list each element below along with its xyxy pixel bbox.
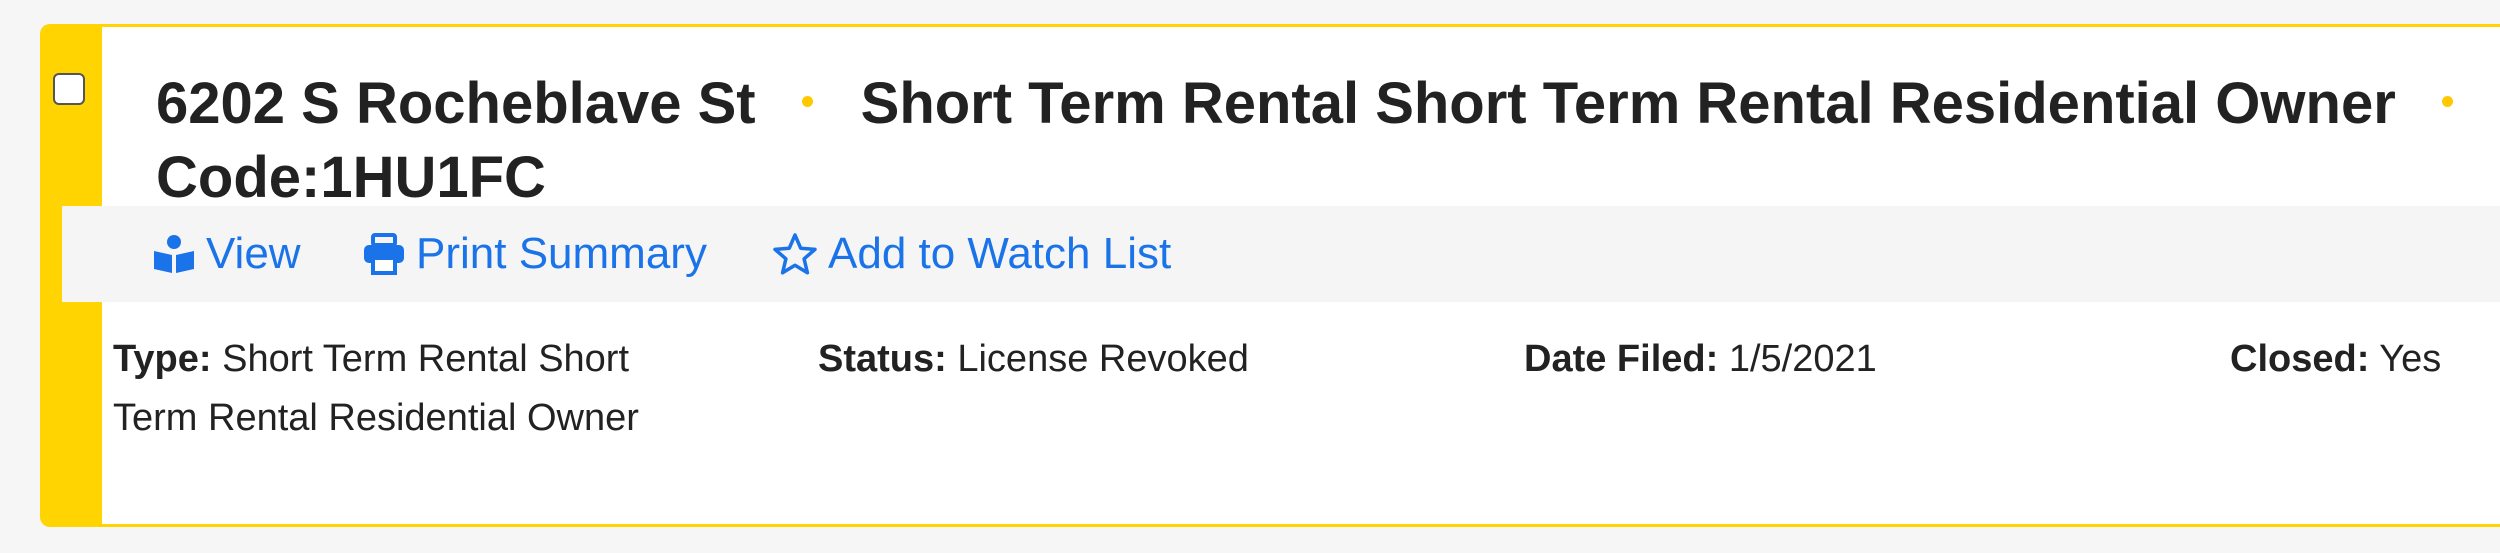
closed-field: Closed: Yes: [2230, 330, 2441, 389]
print-summary-link[interactable]: Print Summary: [362, 206, 707, 302]
select-checkbox[interactable]: [53, 73, 85, 105]
type-field: Type: Short Term Rental Short Term Renta…: [113, 330, 713, 448]
book-reader-icon: [154, 235, 194, 273]
type-label: Type:: [113, 338, 212, 380]
status-field: Status: License Revoked: [818, 330, 1249, 389]
star-outline-icon: [773, 233, 817, 275]
separator-dot: [2441, 96, 2453, 108]
record-code: Code:1HU1FC: [156, 145, 546, 210]
status-value: License Revoked: [957, 338, 1249, 380]
date-filed-label: Date Filed:: [1524, 338, 1719, 380]
print-summary-label: Print Summary: [416, 229, 707, 278]
printer-icon: [364, 233, 404, 275]
record-title: 6202 S Rocheblave St Short Term Rental Sh…: [156, 67, 2500, 215]
add-to-watch-list-label: Add to Watch List: [828, 229, 1172, 278]
date-filed-field: Date Filed: 1/5/2021: [1524, 330, 1877, 389]
record-address: 6202 S Rocheblave St: [156, 71, 756, 136]
separator-dot: [801, 96, 813, 108]
record-type-title: Short Term Rental Short Term Rental Resi…: [860, 71, 2396, 136]
closed-value: Yes: [2379, 338, 2442, 380]
status-label: Status:: [818, 338, 947, 380]
view-label: View: [206, 229, 301, 278]
add-to-watch-list-link[interactable]: Add to Watch List: [772, 206, 1171, 302]
action-bar: View Print Summary Add to Watch List: [62, 206, 2500, 302]
view-link[interactable]: View: [152, 206, 301, 302]
date-filed-value: 1/5/2021: [1728, 338, 1877, 380]
closed-label: Closed:: [2230, 338, 2370, 380]
